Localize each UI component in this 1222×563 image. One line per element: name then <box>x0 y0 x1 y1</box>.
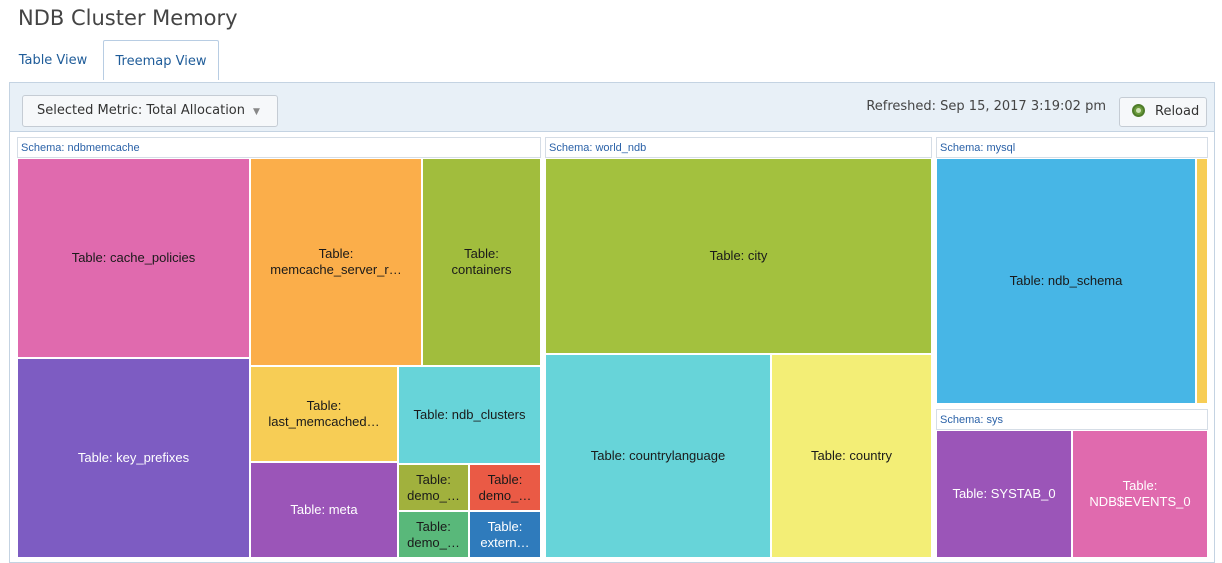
tile-label: Table: countrylanguage <box>590 448 726 464</box>
table-tile-city[interactable]: Table: city <box>545 158 932 354</box>
tab-treemap-view[interactable]: Treemap View <box>103 40 219 80</box>
table-tile-memcache-server-roles[interactable]: Table: memcache_server_r… <box>250 158 422 366</box>
table-tile-ndb-schema[interactable]: Table: ndb_schema <box>936 158 1196 404</box>
table-tile-extern[interactable]: Table: extern… <box>469 511 541 558</box>
tile-label-line1: Table: <box>318 246 354 262</box>
schema-header-ndbmemcache[interactable]: Schema: ndbmemcache <box>17 137 541 158</box>
tile-label-line1: Table: <box>464 246 499 262</box>
page-title: NDB Cluster Memory <box>18 6 238 30</box>
tile-label: Table: cache_policies <box>71 250 196 266</box>
reload-label: Reload <box>1155 104 1200 119</box>
tile-label-line2: demo_… <box>407 487 460 503</box>
table-tile-key-prefixes[interactable]: Table: key_prefixes <box>17 358 250 558</box>
table-tile-ndb-clusters[interactable]: Table: ndb_clusters <box>398 366 541 464</box>
reload-icon <box>1132 104 1145 117</box>
tile-label-line1: Table: <box>306 398 342 414</box>
tile-label-line2: memcache_server_r… <box>270 262 402 277</box>
tab-table-view[interactable]: Table View <box>11 40 95 80</box>
table-tile-demo-2[interactable]: Table: demo_… <box>469 464 541 511</box>
tile-label: Table: meta <box>290 502 358 518</box>
table-tile-mysql-small[interactable] <box>1196 158 1208 404</box>
tile-label-line2: extern… <box>480 534 530 550</box>
tile-label: Table: key_prefixes <box>77 450 190 466</box>
tile-label-line1: Table: <box>487 471 523 487</box>
table-tile-meta[interactable]: Table: meta <box>250 462 398 558</box>
tile-label-line1: Table: <box>487 518 523 534</box>
schema-header-mysql[interactable]: Schema: mysql <box>936 137 1208 158</box>
table-tile-cache-policies[interactable]: Table: cache_policies <box>17 158 250 358</box>
tile-label-line1: Table: <box>1122 478 1158 494</box>
tile-label: Table: city <box>709 248 768 264</box>
tile-label-line1: Table: <box>416 471 451 487</box>
table-tile-ndb-events-0[interactable]: Table: NDB$EVENTS_0 <box>1072 430 1208 558</box>
table-tile-containers[interactable]: Table: containers <box>422 158 541 366</box>
tile-label: Table: ndb_clusters <box>413 407 526 423</box>
table-tile-demo-3[interactable]: Table: demo_… <box>398 511 469 558</box>
tile-label-line2: last_memcached… <box>268 414 380 429</box>
toolbar: Selected Metric: Total Allocation ▼ Refre… <box>10 83 1214 132</box>
tile-label: Table: ndb_schema <box>1009 273 1123 289</box>
chevron-down-icon: ▼ <box>253 107 260 117</box>
table-tile-countrylanguage[interactable]: Table: countrylanguage <box>545 354 771 558</box>
reload-button[interactable]: Reload <box>1119 97 1207 127</box>
metric-select-label: Selected Metric: Total Allocation <box>37 103 245 118</box>
tile-label-line2: demo_… <box>407 534 460 550</box>
treemap-panel: Selected Metric: Total Allocation ▼ Refre… <box>9 82 1215 563</box>
schema-header-world-ndb[interactable]: Schema: world_ndb <box>545 137 932 158</box>
table-tile-last-memcached[interactable]: Table: last_memcached… <box>250 366 398 462</box>
tile-label: Table: SYSTAB_0 <box>952 486 1056 502</box>
tile-label-line2: NDB$EVENTS_0 <box>1089 494 1191 509</box>
tile-label: Table: country <box>811 448 892 464</box>
table-tile-country[interactable]: Table: country <box>771 354 932 558</box>
table-tile-systab-0[interactable]: Table: SYSTAB_0 <box>936 430 1072 558</box>
metric-select[interactable]: Selected Metric: Total Allocation ▼ <box>22 95 278 127</box>
tile-label-line1: Table: <box>416 518 451 534</box>
table-tile-demo-1[interactable]: Table: demo_… <box>398 464 469 511</box>
schema-header-sys[interactable]: Schema: sys <box>936 409 1208 430</box>
tile-label-line2: demo_… <box>478 487 532 503</box>
tile-label-line2: containers <box>451 262 512 277</box>
refreshed-timestamp: Refreshed: Sep 15, 2017 3:19:02 pm <box>866 99 1106 114</box>
